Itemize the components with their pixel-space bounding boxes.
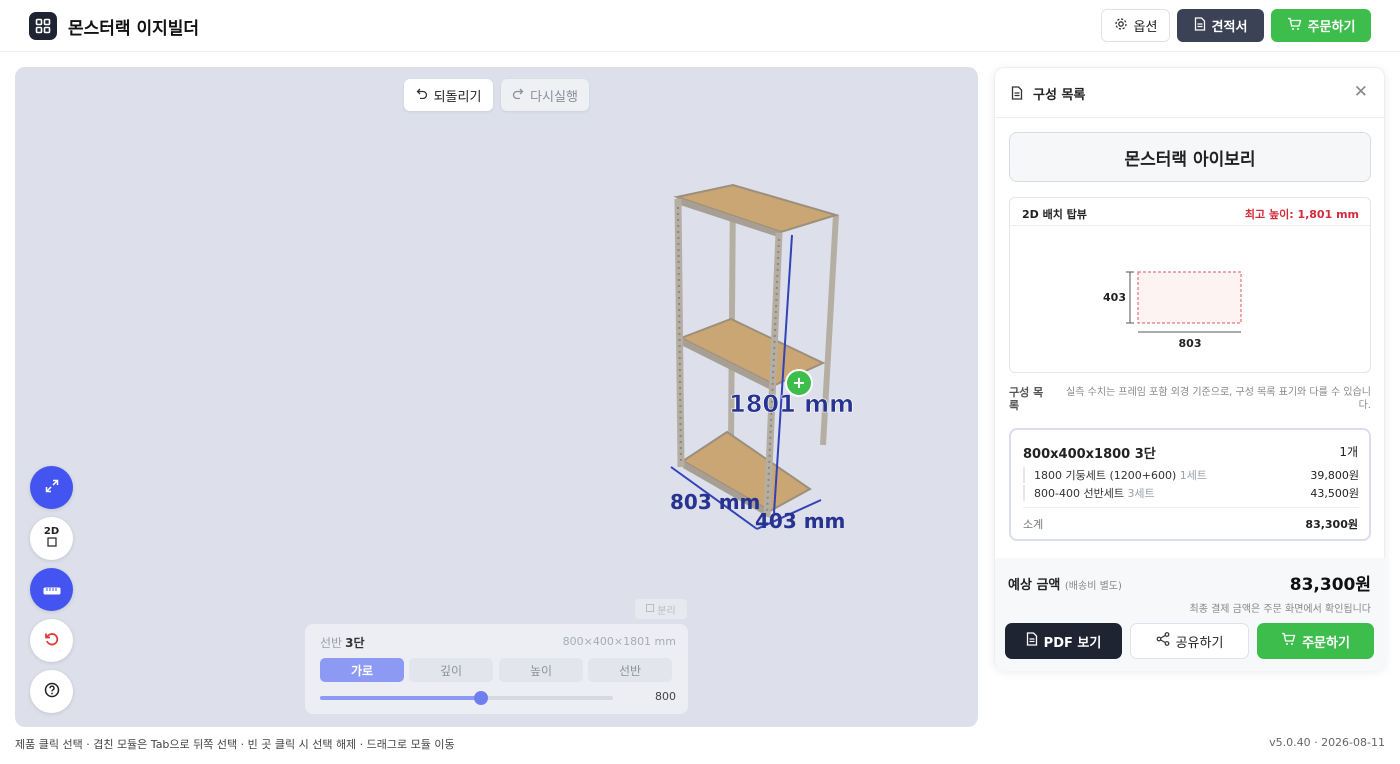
- ruler-icon: [43, 580, 61, 599]
- shelf-label: 선반: [320, 636, 343, 650]
- list-note: 실측 수치는 프레임 포함 외경 기준으로, 구성 목록 표기와 다를 수 있습…: [1066, 387, 1371, 411]
- estimate-label-group: 예상 금액 (배송비 별도): [1008, 574, 1122, 593]
- document-icon: [1011, 85, 1023, 104]
- options-button[interactable]: 옵션: [1101, 9, 1170, 42]
- panel-order-label: 주문하기: [1302, 635, 1350, 651]
- tab-width[interactable]: 가로: [320, 658, 404, 682]
- estimate-value: 83,300원: [1289, 575, 1371, 595]
- app-header: 몬스터랙 이지빌더 옵션 견적서 주문하기: [0, 0, 1400, 52]
- expand-button[interactable]: [30, 466, 73, 509]
- app-title: 몬스터랙 이지빌더: [68, 19, 200, 39]
- list-label: 구성 목록: [1009, 386, 1044, 412]
- divider: [1023, 507, 1359, 508]
- split-button[interactable]: 분리: [635, 599, 687, 619]
- topview-depth-label: 403: [1103, 291, 1126, 304]
- width-dimension-label: 803 mm: [670, 490, 760, 514]
- item-title: 800x400x1800 3단: [1023, 447, 1156, 462]
- item-line: 800-400 선반세트 3세트 43,500원: [1023, 485, 1359, 501]
- rack-model[interactable]: [673, 183, 840, 518]
- slider-fill: [320, 696, 482, 700]
- estimate-note: 최종 결제 금액은 주문 화면에서 확인됩니다: [1189, 604, 1372, 615]
- estimate-sub: (배송비 별도): [1064, 581, 1122, 592]
- document-icon: [1026, 632, 1038, 650]
- config-item-card[interactable]: 800x400x1800 3단 1개 1800 기둥세트 (1200+600) …: [1009, 428, 1371, 541]
- order-label: 주문하기: [1307, 20, 1356, 35]
- shelf-info: 선반 3단: [320, 634, 364, 651]
- document-icon: [1194, 16, 1206, 35]
- tab-shelf[interactable]: 선반: [588, 658, 672, 682]
- order-button[interactable]: 주문하기: [1271, 9, 1371, 42]
- width-slider[interactable]: [320, 691, 613, 705]
- gear-icon: [1114, 17, 1128, 35]
- share-label: 공유하기: [1175, 635, 1224, 651]
- product-name: 몬스터랙 아이보리: [1009, 132, 1371, 182]
- view-2d-button[interactable]: 2D: [30, 517, 73, 560]
- ruler-button[interactable]: [30, 568, 73, 611]
- topview-2d: 2D 배치 탑뷰 최고 높이: 1,801 mm 403 803: [1009, 197, 1371, 373]
- cart-icon: [1281, 632, 1296, 650]
- topview-width-label: 803: [1179, 337, 1202, 350]
- close-icon[interactable]: ✕: [1354, 82, 1368, 102]
- pdf-label: PDF 보기: [1043, 635, 1102, 651]
- item-line-count: 3세트: [1127, 487, 1155, 500]
- footer-hint: 제품 클릭 선택 · 겹친 모듈은 Tab으로 뒤쪽 선택 · 빈 곳 클릭 시…: [15, 738, 455, 751]
- reset-icon: [44, 631, 60, 651]
- panel-order-button[interactable]: 주문하기: [1257, 623, 1374, 659]
- quote-label: 견적서: [1211, 20, 1248, 35]
- help-icon: [44, 682, 60, 702]
- height-dimension-label: 1801 mm: [729, 390, 854, 418]
- square-icon: [46, 537, 57, 550]
- version-label: v5.0.40 · 2026-08-11: [1269, 736, 1385, 749]
- panel-title: 구성 목록: [1033, 88, 1086, 103]
- subtotal-value: 83,300원: [1305, 518, 1358, 531]
- item-line: 1800 기둥세트 (1200+600) 1세트 39,800원: [1023, 467, 1359, 483]
- dimension-control-panel: 선반 3단 800×400×1801 mm 가로 깊이 높이 선반 800: [305, 624, 688, 714]
- item-line-count: 1세트: [1179, 469, 1208, 482]
- 3d-canvas[interactable]: 되돌리기 다시실행 + 1801 mm 803 mm 403 mm 2D 분리 …: [15, 67, 978, 727]
- slider-value: 800: [655, 690, 676, 703]
- item-line-name: 800-400 선반세트: [1034, 487, 1124, 500]
- tab-height[interactable]: 높이: [499, 658, 583, 682]
- max-height-label: 최고 높이: 1,801 mm: [1244, 208, 1359, 221]
- item-quantity: 1개: [1339, 445, 1358, 459]
- help-button[interactable]: [30, 670, 73, 713]
- view-2d-label: 2D: [43, 526, 60, 537]
- share-button[interactable]: 공유하기: [1130, 623, 1249, 659]
- split-icon: [646, 603, 655, 615]
- topview-header: 2D 배치 탑뷰 최고 높이: 1,801 mm: [1010, 198, 1370, 226]
- topview-footprint: [1137, 271, 1242, 324]
- item-line-price: 43,500원: [1310, 487, 1359, 500]
- item-line-name: 1800 기둥세트 (1200+600): [1034, 469, 1177, 482]
- dimension-summary: 800×400×1801 mm: [562, 635, 676, 648]
- app-logo-icon: [29, 12, 57, 40]
- pdf-view-button[interactable]: PDF 보기: [1005, 623, 1122, 659]
- topview-title: 2D 배치 탑뷰: [1022, 208, 1087, 221]
- expand-icon: [45, 478, 59, 497]
- tab-depth[interactable]: 깊이: [409, 658, 493, 682]
- options-label: 옵션: [1133, 20, 1158, 35]
- config-list-panel: 구성 목록 ✕ 몬스터랙 아이보리 2D 배치 탑뷰 최고 높이: 1,801 …: [994, 67, 1386, 671]
- subtotal-label: 소계: [1023, 518, 1044, 531]
- quote-button[interactable]: 견적서: [1177, 9, 1264, 42]
- reset-button[interactable]: [30, 619, 73, 662]
- cart-icon: [1287, 17, 1302, 35]
- item-line-price: 39,800원: [1310, 469, 1359, 482]
- depth-dimension-label: 403 mm: [755, 509, 845, 533]
- slider-thumb[interactable]: [474, 691, 489, 705]
- shelf-value: 3단: [345, 636, 365, 650]
- panel-header: 구성 목록 ✕: [995, 68, 1386, 118]
- share-icon: [1156, 632, 1170, 650]
- estimate-label: 예상 금액: [1008, 578, 1061, 593]
- split-label: 분리: [657, 605, 676, 617]
- topview-drawing: 403 803: [1103, 271, 1242, 350]
